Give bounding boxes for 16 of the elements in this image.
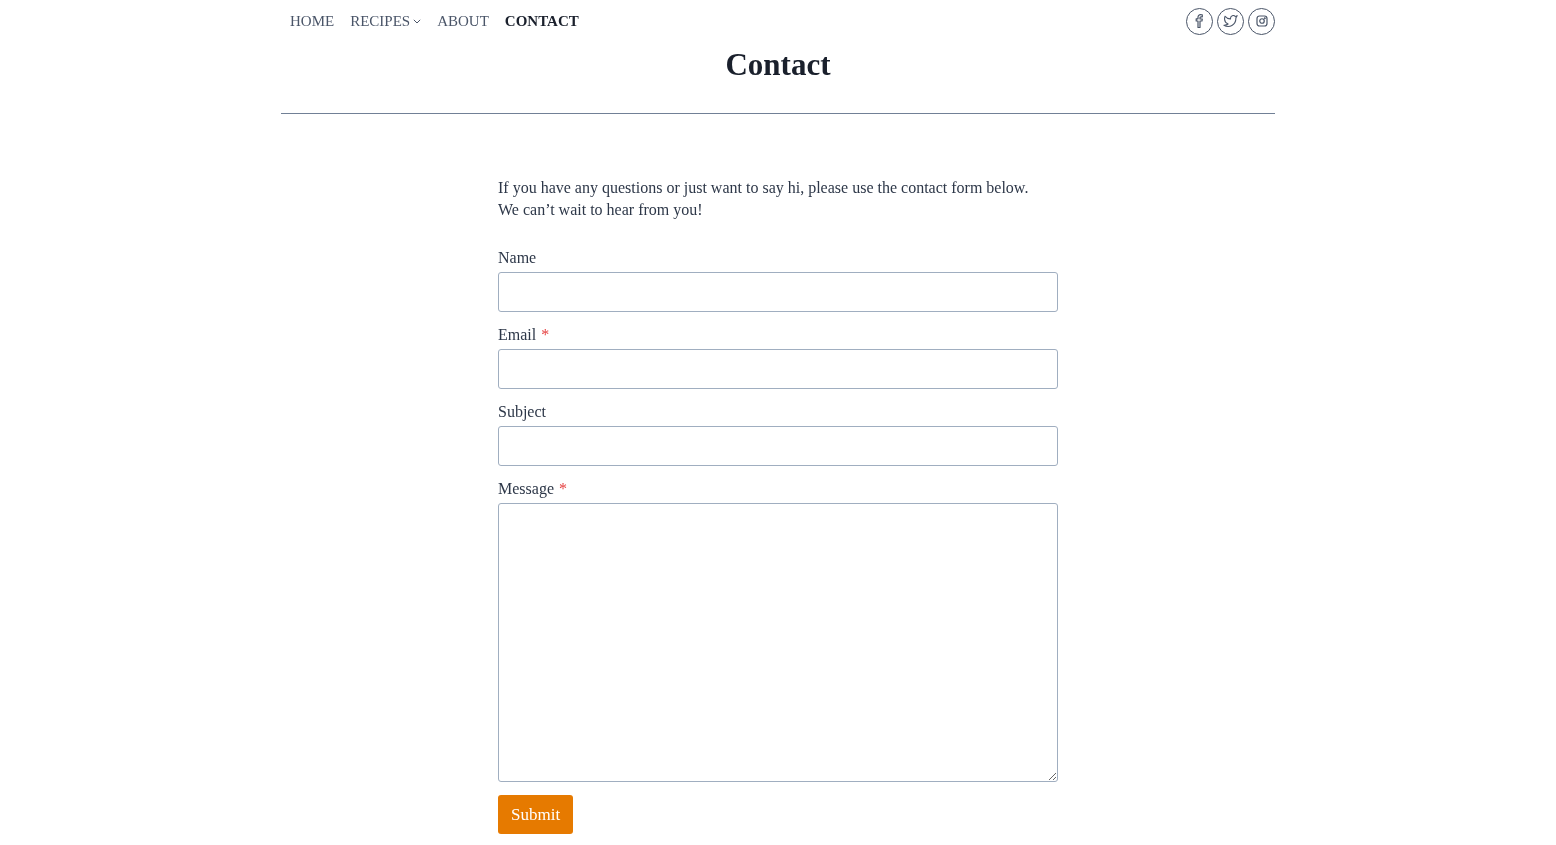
nav-link[interactable]: ABOUT	[429, 9, 497, 33]
input-field[interactable]	[498, 426, 1058, 466]
nav-link[interactable]: RECIPES	[342, 9, 430, 33]
caret-icon	[413, 18, 422, 24]
field-label: Email	[498, 325, 537, 345]
required-mark: *	[541, 325, 550, 345]
intro-text: If you have any questions or just want to say hi, please use the contact form below. We can’t wait to hear from you!	[498, 178, 1030, 221]
input-field[interactable]	[498, 349, 1058, 389]
required-mark: *	[559, 479, 567, 499]
field-label: Message	[498, 479, 554, 500]
field-label: Subject	[498, 402, 546, 423]
nav-link[interactable]: HOME	[290, 9, 343, 33]
input-field[interactable]	[498, 272, 1058, 312]
nav-link[interactable]: CONTACT	[496, 9, 587, 33]
field-label: Name	[498, 248, 537, 268]
page-title: Contact	[724, 48, 832, 82]
